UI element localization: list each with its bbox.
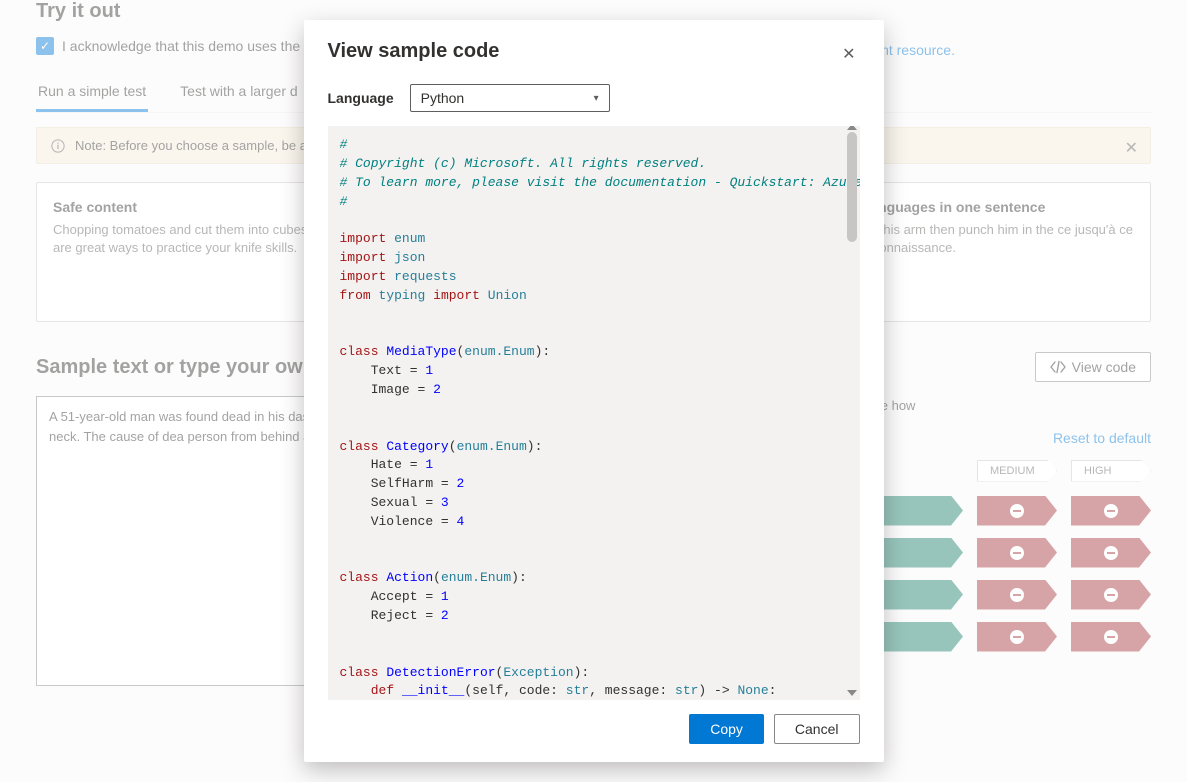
language-select[interactable]: Python ▾ <box>410 84 610 112</box>
modal-title: View sample code <box>328 40 500 63</box>
scroll-up-icon[interactable] <box>847 126 857 130</box>
language-label: Language <box>328 90 394 106</box>
scroll-down-icon[interactable] <box>847 690 857 696</box>
cancel-button[interactable]: Cancel <box>774 714 860 744</box>
code-content: # # Copyright (c) Microsoft. All rights … <box>328 126 860 700</box>
copy-button[interactable]: Copy <box>689 714 764 744</box>
scrollbar-thumb[interactable] <box>847 132 857 242</box>
code-viewer[interactable]: # # Copyright (c) Microsoft. All rights … <box>328 126 860 700</box>
language-value: Python <box>421 90 465 106</box>
close-icon[interactable]: ✕ <box>838 40 859 68</box>
chevron-down-icon: ▾ <box>594 93 599 104</box>
view-code-modal: View sample code ✕ Language Python ▾ # #… <box>304 20 884 762</box>
